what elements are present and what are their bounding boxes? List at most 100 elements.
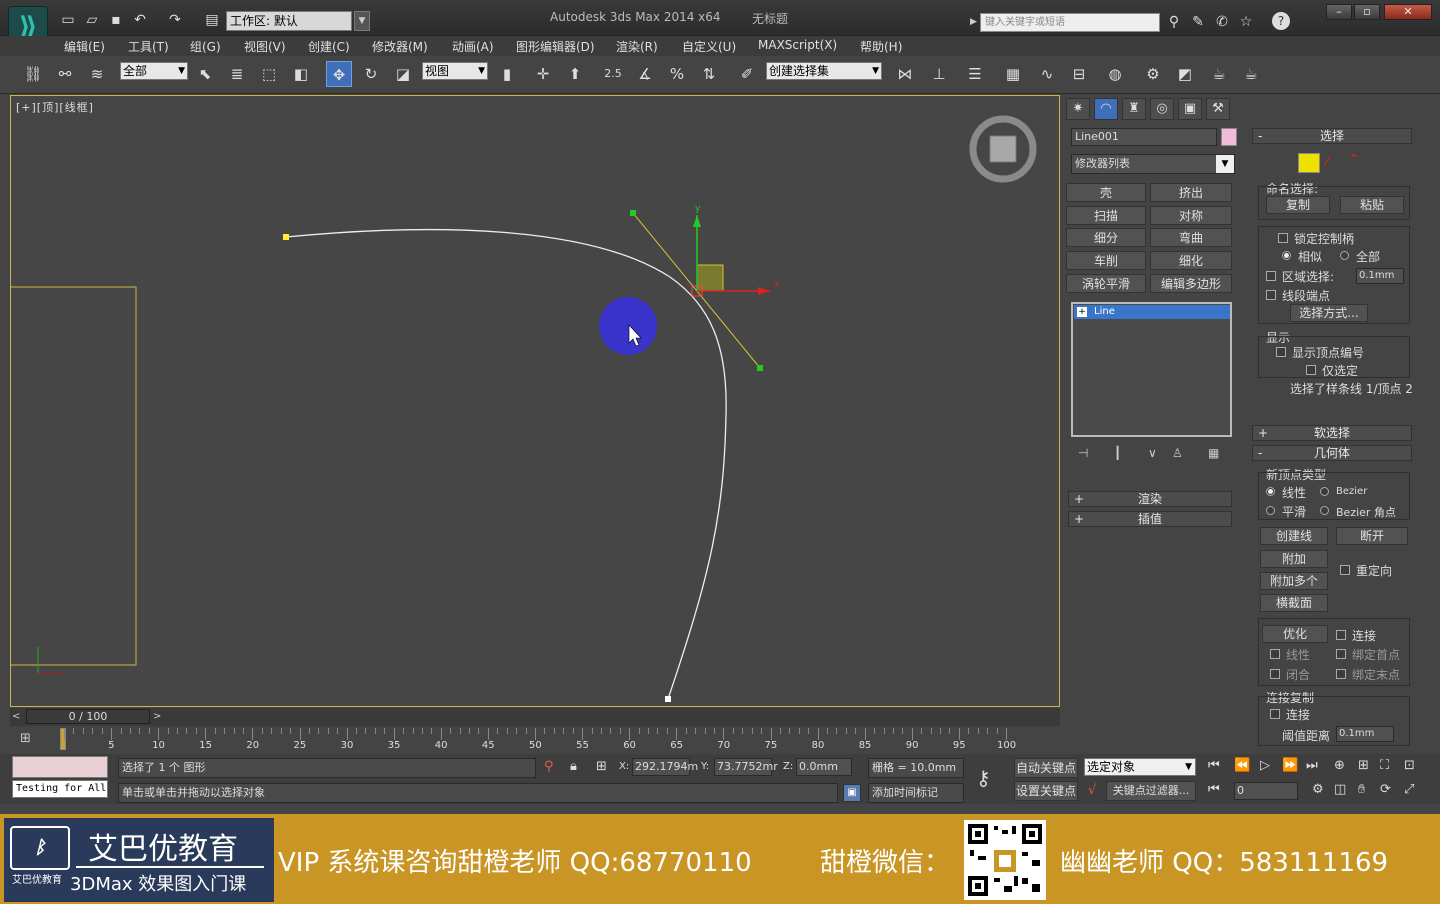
alike-radio[interactable]	[1282, 251, 1291, 260]
search-input[interactable]: 键入关键字或短语	[980, 13, 1160, 32]
key-target-dropdown[interactable]: 选定对象 ▼	[1084, 758, 1196, 776]
key-icon[interactable]: ⚷	[976, 766, 991, 790]
render-production-icon[interactable]: ☕	[1238, 61, 1264, 87]
percent-snap-icon[interactable]: %	[664, 61, 690, 87]
ref-coord-dropdown[interactable]: 视图 ▼	[422, 62, 488, 80]
mod-button-symmetry[interactable]: 对称	[1150, 206, 1232, 225]
z-coord-field[interactable]: 0.0mm	[796, 758, 852, 776]
menu-modifiers[interactable]: 修改器(M)	[372, 38, 428, 55]
edit-named-sel-icon[interactable]: ✐	[734, 61, 760, 87]
project-folder-icon[interactable]: ▤	[202, 10, 222, 30]
make-unique-icon[interactable]: ∨	[1148, 446, 1157, 460]
mod-button-sweep[interactable]: 扫描	[1066, 206, 1146, 225]
pivot-center-icon[interactable]: ▮	[494, 61, 520, 87]
unlink-icon[interactable]: ⚯	[52, 61, 78, 87]
reorient-checkbox[interactable]	[1340, 565, 1350, 575]
modifier-stack[interactable]	[1071, 302, 1232, 437]
lock-handles-checkbox[interactable]	[1278, 233, 1288, 243]
isolate-selection-icon[interactable]: ⚲	[544, 759, 554, 774]
maxscript-listener-white[interactable]: Testing for All	[12, 780, 108, 798]
bind-last-checkbox[interactable]	[1336, 669, 1346, 679]
current-frame-field[interactable]: 0	[1234, 782, 1298, 800]
area-selection-spinner[interactable]: 0.1mm	[1356, 268, 1404, 284]
break-button[interactable]: 断开	[1336, 527, 1408, 545]
object-color-swatch[interactable]	[1221, 128, 1237, 146]
window-crossing-icon[interactable]: ◧	[288, 61, 314, 87]
motion-tab-icon[interactable]: ◎	[1150, 98, 1174, 120]
set-key-button[interactable]: 设置关键点	[1014, 781, 1078, 801]
auto-key-button[interactable]: 自动关键点	[1014, 758, 1078, 778]
connect-checkbox[interactable]	[1336, 630, 1346, 640]
zoom-all-icon[interactable]: ⊞	[1358, 758, 1369, 773]
paste-button[interactable]: 粘贴	[1340, 196, 1404, 214]
selection-filter-dropdown[interactable]: 全部 ▼	[120, 62, 188, 80]
align-icon[interactable]: ⊥	[926, 61, 952, 87]
absolute-mode-icon[interactable]: ⊞	[596, 759, 607, 774]
mirror-icon[interactable]: ⋈	[892, 61, 918, 87]
select-by-name-icon[interactable]: ≣	[224, 61, 250, 87]
expand-plus-icon[interactable]: +	[1077, 307, 1087, 317]
prev-key-icon[interactable]: ⏪	[1234, 758, 1250, 773]
rendered-frame-icon[interactable]: ◩	[1172, 61, 1198, 87]
communication-icon[interactable]: ✆	[1212, 12, 1232, 32]
bind-spacewarp-icon[interactable]: ≋	[84, 61, 110, 87]
refine-button[interactable]: 优化	[1262, 625, 1328, 643]
menu-edit[interactable]: 编辑(E)	[64, 38, 105, 55]
prev-frame-icon[interactable]: <	[12, 709, 24, 724]
rollout-interpolation[interactable]: + 插值	[1068, 511, 1232, 527]
time-config-icon[interactable]: ⚙	[1312, 782, 1324, 797]
mod-button-extrude[interactable]: 挤出	[1150, 183, 1232, 202]
search-expand-icon[interactable]: ▶	[970, 13, 980, 32]
select-object-icon[interactable]: ⬉	[192, 61, 218, 87]
menu-views[interactable]: 视图(V)	[244, 38, 286, 55]
zoom-icon[interactable]: ⊕	[1334, 758, 1345, 773]
mod-button-turbosmooth[interactable]: 涡轮平滑	[1066, 274, 1146, 293]
linear-radio[interactable]	[1266, 487, 1275, 496]
pan-icon[interactable]: ✋︎	[1358, 782, 1365, 797]
favorites-star-icon[interactable]: ☆	[1236, 12, 1256, 32]
mod-button-edit-poly[interactable]: 编辑多边形	[1150, 274, 1232, 293]
new-file-icon[interactable]: ▭	[58, 10, 78, 30]
menu-create[interactable]: 创建(C)	[308, 38, 350, 55]
menu-animation[interactable]: 动画(A)	[452, 38, 494, 55]
binoculars-icon[interactable]: ⚲	[1164, 12, 1184, 32]
undo-icon[interactable]: ↶	[130, 10, 150, 30]
link-icon[interactable]: ⛓	[20, 61, 46, 87]
rotate-icon[interactable]: ↻	[358, 61, 384, 87]
modify-tab-icon[interactable]: ◠	[1094, 98, 1118, 120]
cross-section-button[interactable]: 横截面	[1260, 594, 1328, 612]
minimize-button[interactable]: –	[1326, 4, 1352, 20]
zoom-extents-all-icon[interactable]: ⊡	[1404, 758, 1415, 773]
key-mode-icon[interactable]: ⏮	[1208, 782, 1220, 797]
graphite-toolbox-icon[interactable]: ▦	[1000, 61, 1026, 87]
menu-help[interactable]: 帮助(H)	[860, 38, 902, 55]
help-icon[interactable]: ?	[1272, 12, 1290, 30]
menu-graph-editors[interactable]: 图形编辑器(D)	[516, 38, 595, 55]
next-frame-icon[interactable]: >	[153, 709, 165, 724]
display-tab-icon[interactable]: ▣	[1178, 98, 1202, 120]
hierarchy-tab-icon[interactable]: ♜	[1122, 98, 1146, 120]
move-icon[interactable]: ✥	[326, 61, 352, 87]
render-teapot-icon[interactable]: ☕	[1206, 61, 1232, 87]
area-selection-checkbox[interactable]	[1266, 271, 1276, 281]
named-selection-dropdown[interactable]: 创建选择集 ▼	[766, 62, 882, 80]
menu-group[interactable]: 组(G)	[190, 38, 221, 55]
attach-multiple-button[interactable]: 附加多个	[1260, 572, 1328, 590]
menu-maxscript[interactable]: MAXScript(X)	[758, 38, 837, 52]
segment-mode-icon[interactable]: ⁄	[1326, 154, 1328, 170]
bezier-radio[interactable]	[1320, 487, 1329, 496]
redo-icon[interactable]: ↷	[165, 10, 185, 30]
rollout-geometry[interactable]: - 几何体	[1252, 445, 1412, 461]
add-time-tag[interactable]: 添加时间标记	[868, 783, 964, 803]
copy-button[interactable]: 复制	[1266, 196, 1330, 214]
spline-mode-icon[interactable]: ⌃	[1348, 152, 1360, 168]
play-icon[interactable]: ▷	[1260, 758, 1270, 773]
menu-tools[interactable]: 工具(T)	[128, 38, 169, 55]
go-to-end-icon[interactable]: ⏭	[1306, 758, 1318, 773]
select-by-button[interactable]: 选择方式...	[1290, 304, 1368, 322]
modifier-list-dropdown[interactable]: 修改器列表 ▼	[1071, 154, 1235, 174]
bind-first-checkbox[interactable]	[1336, 649, 1346, 659]
object-name-field[interactable]: Line001	[1071, 128, 1217, 146]
rollout-render[interactable]: + 渲染	[1068, 491, 1232, 507]
pin-stack-icon[interactable]: ⊣	[1078, 446, 1088, 460]
